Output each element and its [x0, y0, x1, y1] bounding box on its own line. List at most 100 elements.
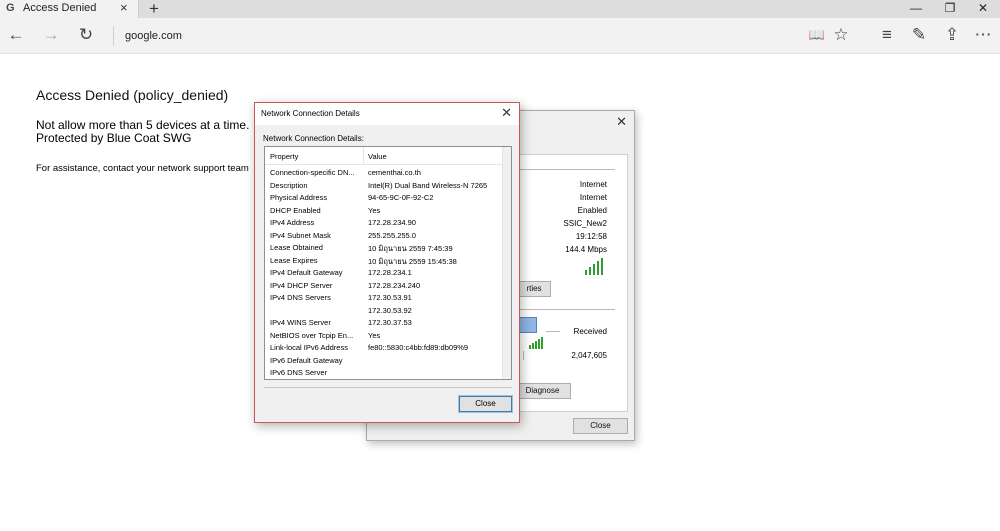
value-cell: 94-65-9C-0F-92-C2: [368, 193, 434, 202]
status-value: Internet: [579, 193, 607, 202]
value-cell: 172.28.234.90: [368, 218, 416, 227]
status-value: SSIC_New2: [563, 219, 607, 228]
table-row[interactable]: 172.30.53.92: [265, 304, 503, 316]
minimize-icon[interactable]: —: [899, 0, 933, 18]
table-row[interactable]: IPv4 Subnet Mask 255.255.255.0: [265, 229, 503, 241]
table-row[interactable]: IPv4 DHCP Server 172.28.234.240: [265, 279, 503, 291]
details-label: Network Connection Details:: [263, 134, 364, 143]
dialog-close-icon[interactable]: ✕: [501, 105, 512, 121]
google-favicon-icon: G: [6, 2, 15, 14]
dialog-titlebar: Network Connection Details ✕: [255, 103, 519, 125]
divider: [546, 331, 560, 332]
table-row[interactable]: IPv4 Default Gateway 172.28.234.1: [265, 266, 503, 278]
property-cell: Link-local IPv6 Address: [270, 343, 348, 352]
list-header: Property Value: [265, 147, 511, 165]
property-cell: IPv4 DNS Servers: [270, 293, 331, 302]
table-row[interactable]: IPv4 Address 172.28.234.90: [265, 216, 503, 228]
status-close-icon[interactable]: ✕: [616, 114, 627, 130]
value-cell: cementhai.co.th: [368, 168, 421, 177]
address-bar[interactable]: google.com: [113, 26, 182, 46]
web-note-icon[interactable]: ✎: [908, 24, 930, 46]
window-close-icon[interactable]: ✕: [966, 0, 1000, 18]
property-cell: DHCP Enabled: [270, 205, 321, 215]
diagnose-button[interactable]: Diagnose: [514, 383, 571, 399]
favorite-star-icon[interactable]: ☆: [830, 24, 852, 46]
browser-tab[interactable]: G Access Denied ×: [0, 0, 139, 18]
status-close-button[interactable]: Close: [573, 418, 628, 434]
property-cell: Connection-specific DN...: [270, 168, 355, 177]
value-cell: 172.30.37.53: [368, 318, 412, 327]
property-cell: Lease Expires: [270, 255, 318, 265]
list-scrollbar[interactable]: [502, 147, 511, 379]
column-header-property[interactable]: Property: [270, 152, 298, 161]
tab-title: Access Denied: [23, 2, 97, 14]
more-icon[interactable]: ⋯: [972, 24, 994, 46]
new-tab-icon[interactable]: +: [149, 0, 159, 19]
tab-close-icon[interactable]: ×: [120, 1, 128, 15]
table-row[interactable]: DHCP Enabled Yes: [265, 204, 503, 216]
column-separator[interactable]: [363, 147, 364, 164]
assistance-message: For assistance, contact your network sup…: [36, 163, 249, 174]
table-row[interactable]: Link-local IPv6 Address fe80::5830:c4bb:f…: [265, 341, 503, 353]
property-cell: IPv4 Default Gateway: [270, 268, 343, 277]
status-value: Enabled: [577, 206, 607, 215]
table-row[interactable]: IPv6 Default Gateway: [265, 354, 503, 366]
refresh-icon[interactable]: ↻: [75, 24, 97, 46]
network-signal-icon: [529, 337, 543, 349]
share-icon[interactable]: ⇪: [941, 24, 963, 46]
dialog-title: Network Connection Details: [261, 109, 360, 118]
status-value: 144.4 Mbps: [565, 245, 607, 254]
value-cell: 172.28.234.240: [368, 280, 421, 290]
reading-view-icon[interactable]: 📖: [806, 24, 828, 46]
status-value: Internet: [579, 180, 607, 189]
browser-toolbar: ← → ↻ google.com 📖 ☆ ≡ ✎ ⇪ ⋯: [0, 18, 1000, 54]
property-cell: NetBIOS over Tcpip En...: [270, 330, 354, 340]
back-icon[interactable]: ←: [5, 24, 27, 46]
device-limit-message: Not allow more than 5 devices at a time.: [36, 118, 250, 132]
property-cell: Lease Obtained: [270, 243, 323, 252]
divider: [264, 387, 512, 388]
value-cell: Yes: [368, 205, 381, 215]
property-cell: IPv4 WINS Server: [270, 318, 331, 327]
tab-bar: G Access Denied × + — ❐ ✕: [0, 0, 1000, 18]
table-row[interactable]: NetBIOS over Tcpip En... Yes: [265, 329, 503, 341]
network-computer-icon: [519, 317, 537, 333]
network-details-dialog: Network Connection Details ✕ Network Con…: [254, 102, 520, 423]
restore-icon[interactable]: ❐: [933, 0, 967, 18]
value-cell: Intel(R) Dual Band Wireless-N 7265: [368, 180, 488, 190]
property-cell: IPv4 Address: [270, 218, 315, 227]
received-value: 2,047,605: [571, 351, 607, 360]
value-cell: fe80::5830:c4bb:fd89:db09%9: [368, 343, 469, 352]
value-cell: 255.255.255.0: [368, 230, 416, 240]
property-cell: IPv6 DNS Server: [270, 368, 328, 377]
property-cell: IPv4 Subnet Mask: [270, 230, 331, 240]
received-label: Received: [573, 327, 607, 336]
divider: [519, 309, 615, 310]
signal-strength-icon: [585, 257, 607, 275]
value-cell: 172.28.234.1: [368, 268, 412, 277]
hub-icon[interactable]: ≡: [876, 24, 898, 46]
value-cell: 172.30.53.91: [368, 293, 412, 302]
status-value: 19:12:58: [575, 232, 607, 241]
property-cell: IPv4 DHCP Server: [270, 280, 333, 290]
table-row[interactable]: Connection-specific DN... cementhai.co.th: [265, 166, 503, 178]
property-cell: Description: [270, 180, 308, 190]
table-row[interactable]: Lease Expires 10 มิถุนายน 2559 15:45:38: [265, 254, 503, 266]
property-cell: Physical Address: [270, 193, 328, 202]
table-row[interactable]: IPv6 DNS Server: [265, 366, 503, 378]
table-row[interactable]: IPv4 DNS Servers 172.30.53.91: [265, 291, 503, 303]
column-header-value[interactable]: Value: [368, 152, 387, 161]
protected-by-message: Protected by Blue Coat SWG: [36, 131, 192, 145]
property-cell: IPv6 Default Gateway: [270, 355, 343, 365]
page-title: Access Denied (policy_denied): [36, 87, 229, 103]
details-close-button[interactable]: Close: [458, 395, 513, 413]
value-cell: 172.30.53.92: [368, 305, 412, 315]
table-row[interactable]: Lease Obtained 10 มิถุนายน 2559 7:45:39: [265, 241, 503, 253]
properties-button[interactable]: rties: [517, 281, 551, 297]
divider: [519, 169, 615, 170]
table-row[interactable]: Physical Address 94-65-9C-0F-92-C2: [265, 191, 503, 203]
table-row[interactable]: IPv4 WINS Server 172.30.37.53: [265, 316, 503, 328]
table-row[interactable]: Description Intel(R) Dual Band Wireless-N…: [265, 179, 503, 191]
details-list[interactable]: Property Value Connection-specific DN...…: [264, 146, 512, 380]
forward-icon[interactable]: →: [40, 24, 62, 46]
